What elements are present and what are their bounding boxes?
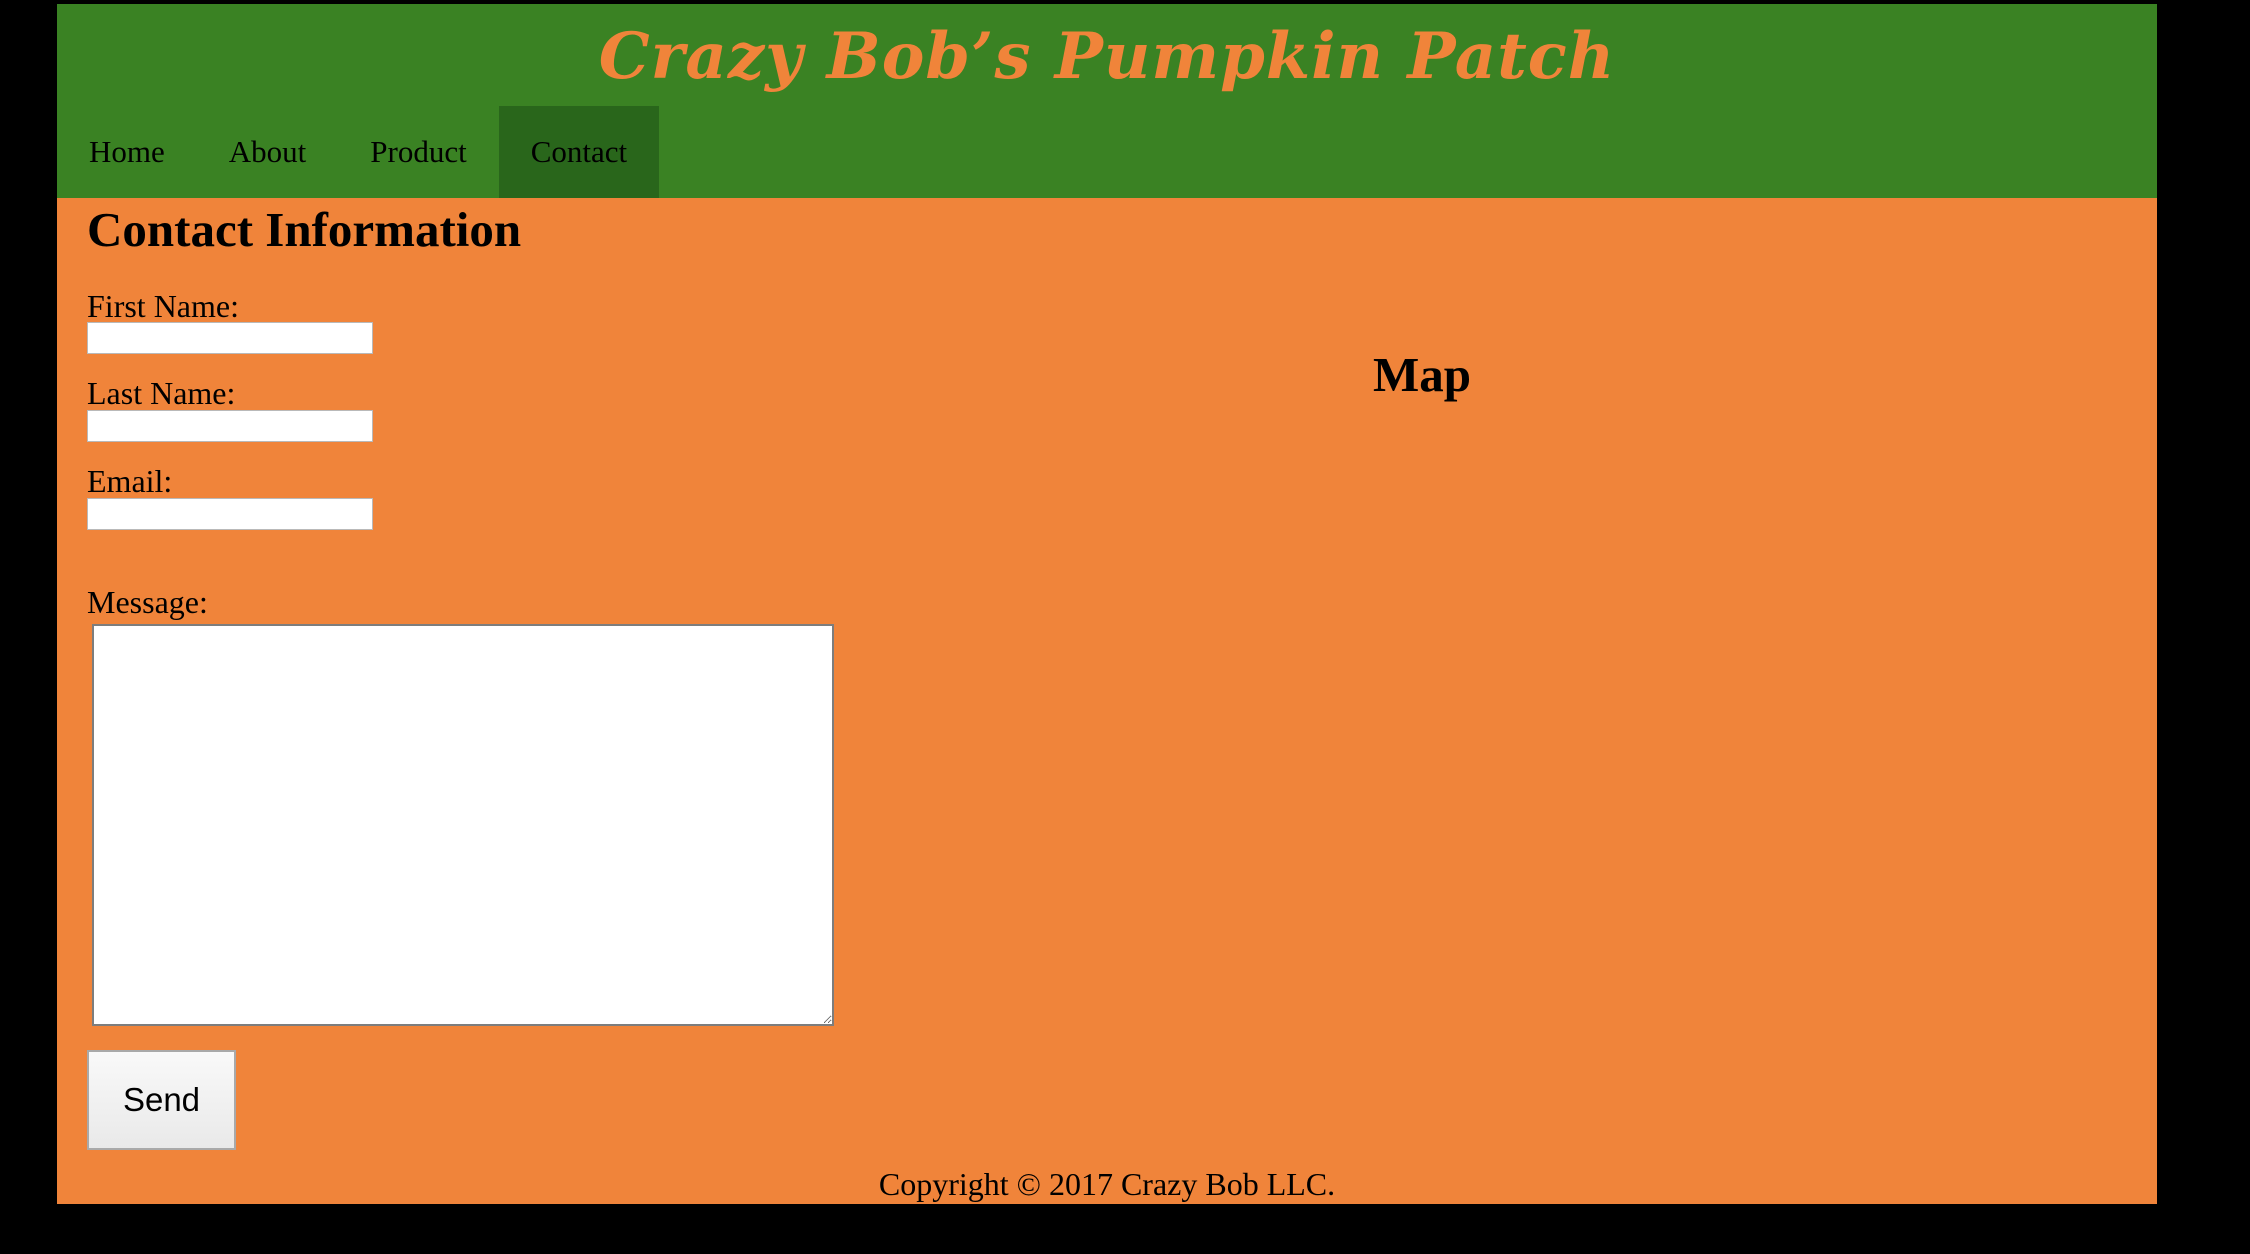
message-textarea[interactable]: [92, 624, 834, 1026]
message-label: Message:: [87, 584, 208, 620]
nav-item-product[interactable]: Product: [338, 106, 498, 198]
footer-copyright: Copyright © 2017 Crazy Bob LLC.: [878, 1166, 1336, 1202]
first-name-label: First Name:: [87, 288, 239, 324]
nav-item-home[interactable]: Home: [57, 106, 197, 198]
page-container: Crazy Bob’s Pumpkin Patch Home About Pro…: [57, 4, 2157, 1204]
email-label: Email:: [87, 463, 173, 499]
nav-item-about[interactable]: About: [197, 106, 339, 198]
site-header: Crazy Bob’s Pumpkin Patch Home About Pro…: [57, 4, 2157, 198]
contact-heading: Contact Information: [87, 202, 522, 257]
email-input[interactable]: [87, 498, 373, 530]
main-nav: Home About Product Contact: [57, 106, 660, 198]
map-heading: Map: [1373, 347, 1471, 402]
last-name-label: Last Name:: [87, 375, 236, 411]
site-title: Crazy Bob’s Pumpkin Patch: [598, 19, 1616, 94]
send-button[interactable]: Send: [87, 1050, 236, 1150]
last-name-input[interactable]: [87, 410, 373, 442]
first-name-input[interactable]: [87, 322, 373, 354]
nav-item-contact[interactable]: Contact: [498, 106, 660, 198]
